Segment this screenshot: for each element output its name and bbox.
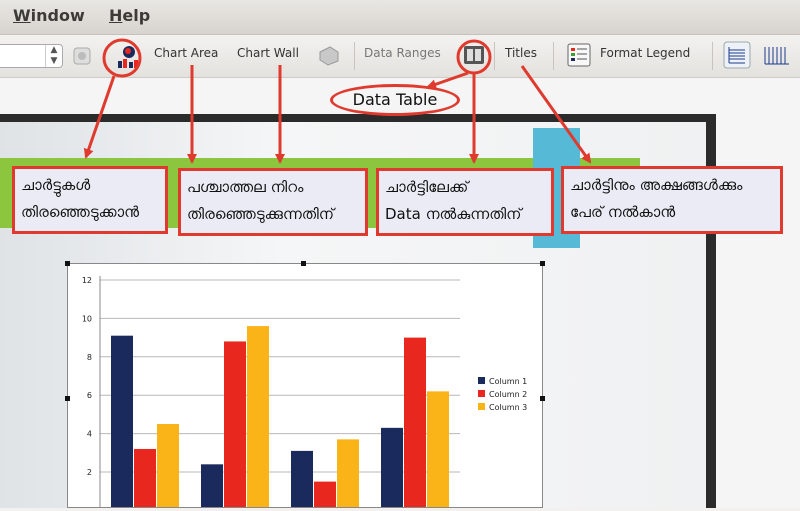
chart-wall-annotation: പശ്ചാത്തല നിറം തിരഞ്ഞെടുക്കുന്നതിന് bbox=[178, 168, 368, 236]
chart-type-annotation: ചാർട്ടുകൾ തിരഞ്ഞെടുക്കാൻ bbox=[12, 166, 168, 234]
highlight-circle bbox=[102, 38, 142, 78]
annotation-arrows bbox=[83, 38, 592, 164]
data-table-callout: Data Table bbox=[330, 84, 460, 116]
data-table-annotation: ചാർട്ടിലേക്ക് Data നൽകുന്നതിന് bbox=[376, 168, 554, 236]
highlight-circle bbox=[456, 39, 492, 75]
titles-annotation: ചാർട്ടിനും അക്ഷങ്ങൾക്കും പേര് നൽകാൻ bbox=[561, 166, 783, 234]
arrow bbox=[83, 75, 116, 159]
arrow bbox=[426, 71, 469, 90]
arrow bbox=[520, 65, 592, 164]
